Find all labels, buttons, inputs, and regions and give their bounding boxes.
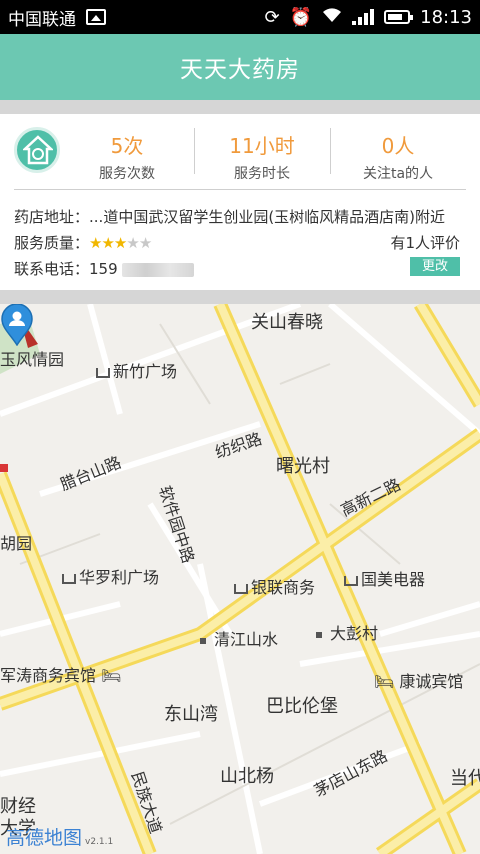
- hotel-icon: 🛏: [101, 666, 122, 685]
- map-label-huyuan: 胡园: [0, 534, 33, 553]
- stat-label: 服务次数: [99, 166, 155, 182]
- poi-dot-icon: [200, 637, 206, 644]
- building-icon: [234, 583, 248, 594]
- stat-divider: [330, 128, 331, 174]
- map-label-juntao: 军涛商务宾馆 🛏: [0, 666, 122, 685]
- quality-row: 服务质量：★★★★★: [14, 232, 152, 253]
- stat-service-hours: 11小时 服务时长: [197, 130, 327, 183]
- wifi-icon: [322, 7, 342, 28]
- map-label-xinzhu: 新竹广场: [96, 358, 177, 382]
- address-row: 药店地址：...道中国武汉留学生创业园(玉树临风精品酒店南)附近: [14, 206, 445, 227]
- rating-count[interactable]: 有1人评价: [390, 232, 460, 253]
- shopping-cart-icon: [62, 573, 76, 584]
- star-empty-icon: ★: [138, 234, 152, 252]
- star-filled-icon: ★: [89, 234, 102, 252]
- map-label-guomei: 国美电器: [344, 566, 425, 590]
- pharmacy-logo-icon: [14, 127, 60, 173]
- stat-label: 服务时长: [234, 166, 290, 182]
- phone-redacted: [122, 262, 195, 277]
- stat-divider: [194, 128, 195, 174]
- shopping-cart-icon: [96, 367, 110, 378]
- page-title: 天天大药房: [180, 57, 300, 83]
- clock: 18:13: [420, 6, 472, 28]
- carrier-name: 中国联通: [8, 9, 76, 30]
- map-label-babilun: 巴比伦堡: [266, 696, 338, 717]
- alarm-icon: ⏰: [289, 6, 313, 28]
- map-label-shuguang: 曙光村: [276, 456, 330, 477]
- map-label-qingjiang: 清江山水: [200, 626, 278, 650]
- star-empty-icon: ★: [126, 234, 139, 252]
- stat-followers[interactable]: 0人 关注ta的人: [333, 130, 463, 183]
- sync-icon: ⟳: [264, 6, 280, 28]
- stat-value: 11小时: [229, 134, 295, 158]
- card-divider: [14, 189, 466, 190]
- title-bar: 天天大药房: [0, 34, 480, 100]
- divider-band: [0, 100, 480, 114]
- image-notification-icon: [86, 9, 106, 25]
- stat-value: 0人: [381, 134, 415, 158]
- quality-label: 服务质量：: [14, 234, 90, 252]
- map-version: v2.1.1: [85, 837, 114, 847]
- address-value: ...道中国武汉留学生创业园(玉树临风精品酒店南)附近: [89, 208, 446, 226]
- hotel-icon: 🛏: [374, 672, 395, 691]
- location-pin-icon[interactable]: [0, 304, 34, 346]
- signal-icon: [352, 9, 375, 25]
- pharmacy-info-card: 5次 服务次数 11小时 服务时长 0人 关注ta的人 药店地址：...道中国武…: [0, 114, 480, 290]
- battery-icon: [384, 10, 414, 24]
- map-label-guanshan: 关山春晓: [251, 312, 323, 333]
- rating-stars: ★★★★★: [89, 234, 152, 252]
- poi-dot-icon: [316, 631, 322, 638]
- map-label-dangdai: 当代: [450, 768, 480, 789]
- star-filled-icon: ★: [113, 234, 127, 252]
- phone-label: 联系电话：: [14, 260, 90, 278]
- shopping-cart-icon: [344, 575, 358, 586]
- status-bar: 中国联通 ⟳ ⏰ 18:13: [0, 0, 480, 34]
- phone-value: 159: [89, 260, 118, 278]
- map-watermark: 高德地图 v2.1.1: [6, 827, 114, 849]
- phone-row: 联系电话：159: [14, 258, 195, 279]
- map-label-dapeng: 大彭村: [316, 620, 378, 644]
- map-label-fengqing: 玉风情园: [0, 350, 65, 369]
- stats-row: 5次 服务次数 11小时 服务时长 0人 关注ta的人: [0, 114, 480, 189]
- map-label-hualuoli: 华罗利广场: [62, 564, 159, 588]
- stat-label: 关注ta的人: [362, 166, 434, 182]
- map-label-shanbeiyang: 山北杨: [220, 766, 274, 787]
- divider-band: [0, 290, 480, 304]
- stat-service-count: 5次 服务次数: [62, 130, 192, 183]
- map-label-dongshan: 东山湾: [164, 704, 218, 725]
- stat-value: 5次: [110, 134, 144, 158]
- address-label: 药店地址：: [14, 208, 90, 226]
- star-filled-icon: ★: [101, 234, 114, 252]
- map-label-yinlian: 银联商务: [234, 574, 315, 598]
- map-view[interactable]: 关山春晓 玉风情园 新竹广场 腊台山路 纺织路 曙光村 高新二路 软件园中路 胡…: [0, 304, 480, 854]
- change-phone-button[interactable]: 更改: [410, 257, 460, 276]
- map-label-kangcheng: 🛏 康诚宾馆: [374, 672, 464, 691]
